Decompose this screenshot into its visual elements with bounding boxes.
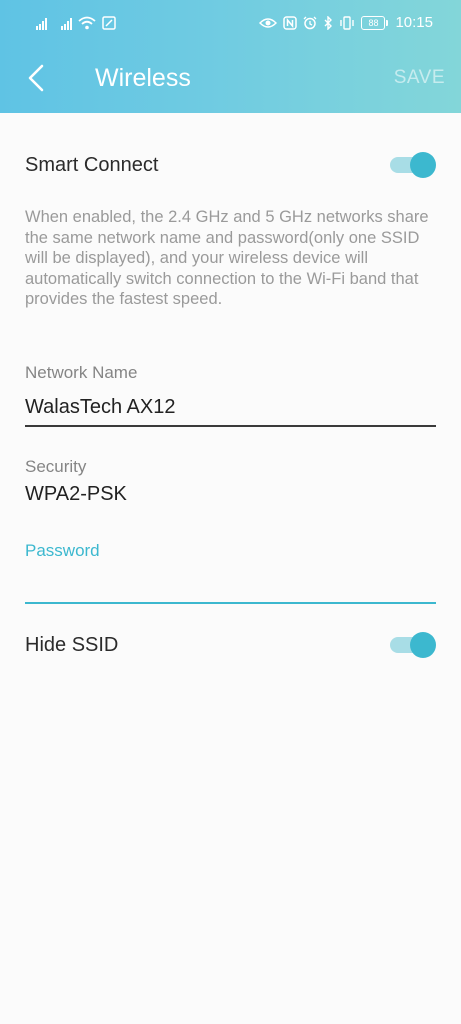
nfc-icon <box>283 15 298 30</box>
network-name-input[interactable]: WalasTech AX12 <box>25 396 175 419</box>
network-name-label: Network Name <box>25 363 138 382</box>
page-title: Wireless <box>95 64 191 92</box>
screenshot-icon <box>102 16 116 30</box>
eye-icon <box>259 17 278 28</box>
toggle-knob <box>410 152 436 178</box>
back-button[interactable] <box>18 58 54 98</box>
status-time: 10:15 <box>395 14 433 31</box>
password-label: Password <box>25 541 100 560</box>
hide-ssid-toggle[interactable] <box>388 632 436 658</box>
save-button[interactable]: SAVE <box>394 67 445 89</box>
smart-connect-description: When enabled, the 2.4 GHz and 5 GHz netw… <box>25 208 429 308</box>
vibrate-icon <box>340 15 355 30</box>
chevron-left-icon <box>28 64 44 92</box>
app-bar: Wireless SAVE <box>0 44 461 113</box>
wireless-settings-screen: 88 10:15 Wireless SAVE Smart Connect Whe… <box>0 0 461 1024</box>
network-name-underline <box>25 425 436 427</box>
smart-connect-toggle[interactable] <box>388 152 436 178</box>
hide-ssid-label: Hide SSID <box>25 634 119 656</box>
signal-icon <box>61 16 72 30</box>
security-label: Security <box>25 457 87 476</box>
smart-connect-label: Smart Connect <box>25 154 159 176</box>
status-bar: 88 10:15 <box>0 0 461 44</box>
security-value[interactable]: WPA2-PSK <box>25 483 127 506</box>
alarm-icon <box>303 16 317 29</box>
battery-icon: 88 <box>361 15 389 30</box>
toggle-knob <box>410 632 436 658</box>
status-left-icons <box>36 16 116 30</box>
bluetooth-icon <box>324 15 333 30</box>
signal-icon <box>36 16 47 30</box>
wifi-icon <box>78 16 96 30</box>
status-right-icons: 88 10:15 <box>259 14 433 31</box>
password-underline <box>25 602 436 604</box>
